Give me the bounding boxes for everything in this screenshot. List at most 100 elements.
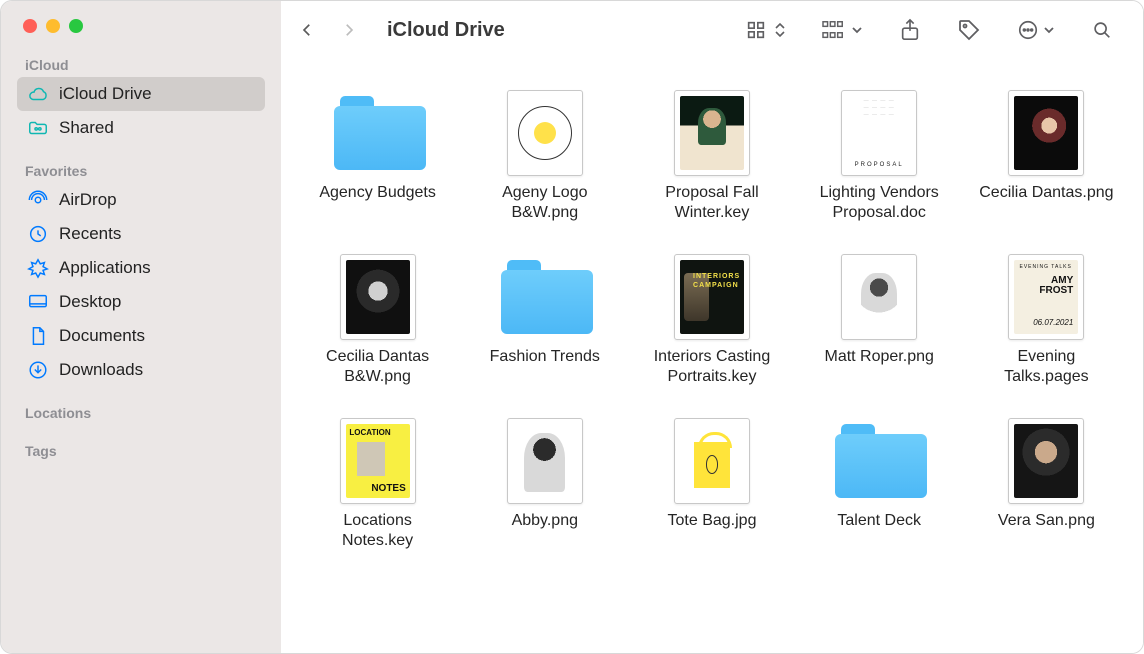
file-item[interactable]: Cecilia Dantas.png [978,89,1115,223]
file-item[interactable]: Matt Roper.png [811,253,948,387]
item-label: Fashion Trends [490,347,600,367]
back-button[interactable] [289,12,325,48]
item-thumb [835,417,923,505]
sidebar: iCloud iCloud Drive Shared Favorites [1,1,281,653]
folder-item[interactable]: Fashion Trends [476,253,613,387]
item-thumb [1002,417,1090,505]
more-circle-icon [1017,19,1039,41]
window-title: iCloud Drive [373,19,505,42]
close-window-button[interactable] [23,19,37,33]
item-label: Vera San.png [998,511,1095,531]
more-actions-button[interactable] [1011,13,1061,47]
item-thumb: — — — —— — — —— — — —PROPOSAL [835,89,923,177]
chevron-down-icon [851,24,863,36]
sidebar-item-label: AirDrop [59,190,117,210]
minimize-window-button[interactable] [46,19,60,33]
sidebar-header-tags: Tags [17,437,265,463]
file-item[interactable]: Tote Bag.jpg [643,417,780,551]
up-down-chevron-icon [775,22,785,38]
file-item[interactable]: Ageny Logo B&W.png [476,89,613,223]
sidebar-item-applications[interactable]: Applications [17,251,265,285]
sidebar-item-label: Downloads [59,360,143,380]
airdrop-icon [27,189,49,211]
group-by-button[interactable] [815,13,869,47]
sidebar-item-airdrop[interactable]: AirDrop [17,183,265,217]
item-thumb [668,89,756,177]
sidebar-item-icloud-drive[interactable]: iCloud Drive [17,77,265,111]
file-item[interactable]: EVENING TALKSAMYFROST06.07.2021 Evening … [978,253,1115,387]
desktop-icon [27,291,49,313]
sidebar-item-label: Desktop [59,292,121,312]
sidebar-section-favorites: Favorites AirDrop Recents Applications [17,157,265,387]
item-label: Interiors Casting Portraits.key [643,347,780,387]
item-label: Talent Deck [837,511,921,531]
file-thumbnail [1008,418,1084,504]
toolbar: iCloud Drive [281,1,1143,59]
file-item[interactable]: Proposal Fall Winter.key [643,89,780,223]
item-thumb: LOCATIONNOTES [334,417,422,505]
item-thumb [501,417,589,505]
item-label: Ageny Logo B&W.png [476,183,613,223]
sidebar-section-locations: Locations [17,399,265,425]
tag-icon [957,18,981,42]
search-button[interactable] [1085,13,1119,47]
item-label: Tote Bag.jpg [668,511,757,531]
file-item[interactable]: — — — —— — — —— — — —PROPOSAL Lighting V… [811,89,948,223]
sidebar-item-shared[interactable]: Shared [17,111,265,145]
item-thumb [501,253,589,341]
search-icon [1091,19,1113,41]
item-thumb [334,253,422,341]
item-label: Evening Talks.pages [978,347,1115,387]
sidebar-section-icloud: iCloud iCloud Drive Shared [17,51,265,145]
sidebar-header-favorites: Favorites [17,157,265,183]
file-item[interactable]: Cecilia Dantas B&W.png [309,253,446,387]
sidebar-item-desktop[interactable]: Desktop [17,285,265,319]
view-mode-button[interactable] [739,13,791,47]
file-thumbnail [507,90,583,176]
folder-icon [501,260,589,334]
cloud-icon [27,83,49,105]
applications-icon [27,257,49,279]
sidebar-item-label: Recents [59,224,121,244]
sidebar-item-label: iCloud Drive [59,84,152,104]
folder-icon [334,96,422,170]
item-label: Locations Notes.key [309,511,446,551]
documents-icon [27,325,49,347]
sidebar-item-label: Applications [59,258,151,278]
item-label: Cecilia Dantas.png [979,183,1113,203]
finder-window: iCloud iCloud Drive Shared Favorites [0,0,1144,654]
file-thumbnail [340,254,416,340]
share-button[interactable] [893,12,927,48]
forward-button[interactable] [331,12,367,48]
item-label: Cecilia Dantas B&W.png [309,347,446,387]
file-item[interactable]: INTERIORSCAMPAIGN Interiors Casting Port… [643,253,780,387]
file-grid-area[interactable]: Agency Budgets Ageny Logo B&W.png Propos… [281,59,1143,653]
window-controls [17,15,265,51]
tags-button[interactable] [951,12,987,48]
file-thumbnail: LOCATIONNOTES [340,418,416,504]
item-label: Agency Budgets [319,183,436,203]
file-item[interactable]: Vera San.png [978,417,1115,551]
sidebar-item-recents[interactable]: Recents [17,217,265,251]
file-item[interactable]: LOCATIONNOTES Locations Notes.key [309,417,446,551]
item-thumb: EVENING TALKSAMYFROST06.07.2021 [1002,253,1090,341]
item-label: Abby.png [512,511,578,531]
toolbar-actions [739,12,1119,48]
share-icon [899,18,921,42]
sidebar-item-downloads[interactable]: Downloads [17,353,265,387]
sidebar-header-locations: Locations [17,399,265,425]
item-label: Proposal Fall Winter.key [643,183,780,223]
sidebar-item-documents[interactable]: Documents [17,319,265,353]
item-thumb [668,417,756,505]
file-thumbnail [507,418,583,504]
file-grid: Agency Budgets Ageny Logo B&W.png Propos… [309,89,1115,551]
chevron-down-icon [1043,24,1055,36]
file-thumbnail: INTERIORSCAMPAIGN [674,254,750,340]
item-label: Matt Roper.png [824,347,933,367]
sidebar-item-label: Documents [59,326,145,346]
fullscreen-window-button[interactable] [69,19,83,33]
file-item[interactable]: Abby.png [476,417,613,551]
folder-item[interactable]: Agency Budgets [309,89,446,223]
folder-item[interactable]: Talent Deck [811,417,948,551]
group-icon [821,19,847,41]
